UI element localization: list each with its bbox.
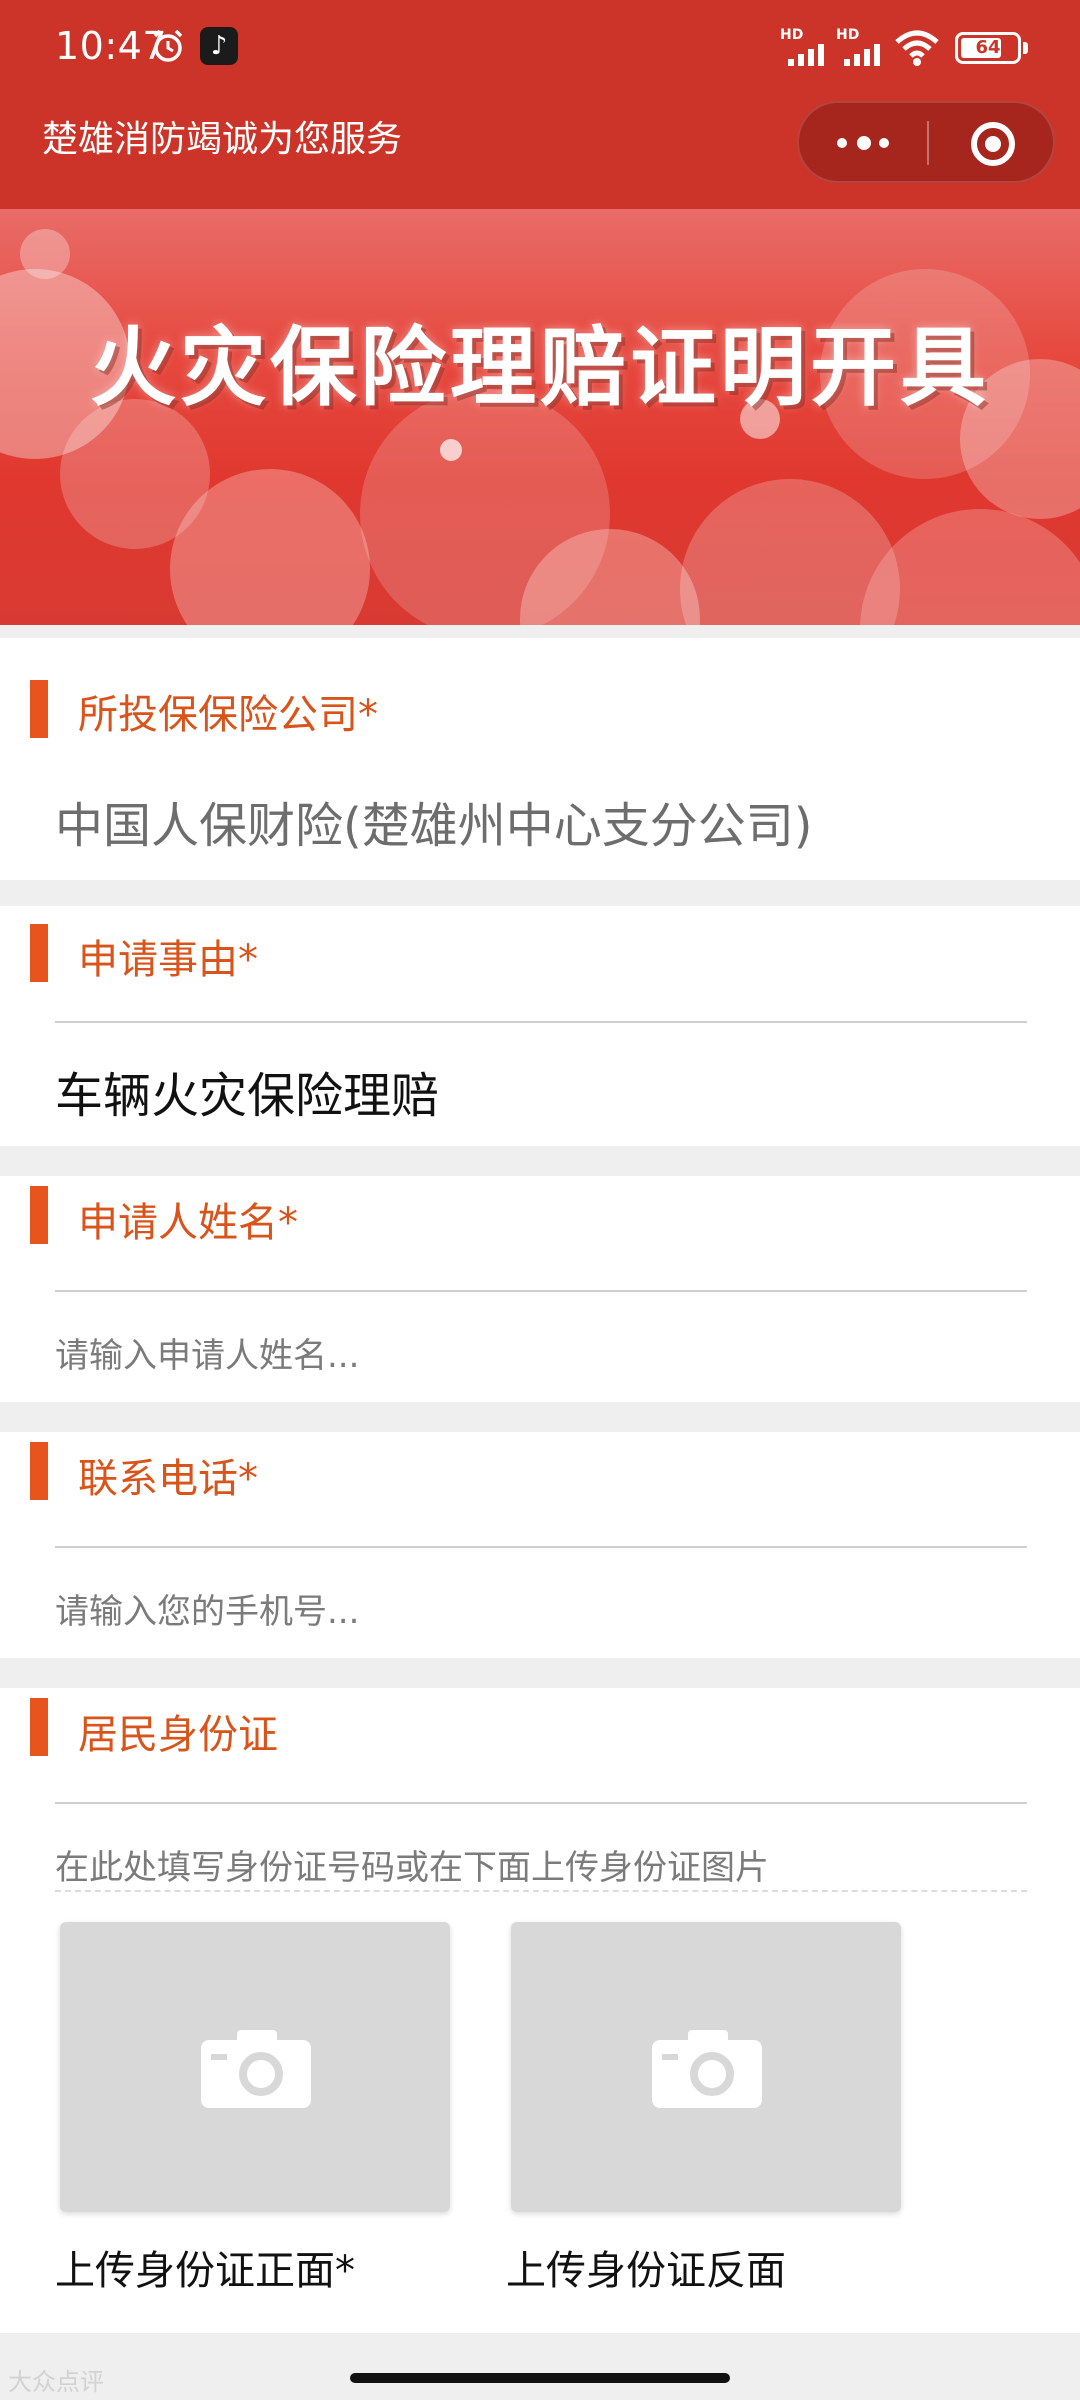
id-card-section: 居民身份证 在此处填写身份证号码或在下面上传身份证图片 上传身份证正面* 上传身…: [0, 1688, 1080, 2333]
reason-value[interactable]: 车辆火灾保险理赔: [55, 1056, 439, 1126]
upload-id-front-label: 上传身份证正面*: [55, 2248, 355, 2294]
mini-program-capsule: [797, 101, 1055, 183]
insurance-company-value[interactable]: 中国人保财险(楚雄州中心支分公司): [55, 786, 812, 856]
divider: [55, 1802, 1027, 1804]
watermark: 大众点评: [8, 2368, 104, 2396]
alarm-icon: [153, 29, 183, 62]
network-label: HD: [836, 27, 860, 43]
id-card-number-input[interactable]: 在此处填写身份证号码或在下面上传身份证图片: [55, 1840, 769, 1889]
applicant-name-input[interactable]: 请输入申请人姓名...: [55, 1328, 359, 1377]
battery-tip: [1023, 42, 1028, 54]
phone-input[interactable]: 请输入您的手机号...: [55, 1584, 359, 1633]
divider: [55, 1290, 1027, 1292]
banner-title: 火灾保险理赔证明开具: [90, 318, 990, 418]
nav-title: 楚雄消防竭诚为您服务: [42, 119, 403, 160]
upload-id-back-button[interactable]: [511, 1922, 901, 2212]
banner: 火灾保险理赔证明开具: [0, 209, 1080, 625]
insurance-company-label: 所投保保险公司*: [78, 692, 378, 738]
signal-icon: HD: [836, 27, 888, 66]
phone-section: 联系电话* 请输入您的手机号...: [0, 1432, 1080, 1658]
more-icon[interactable]: [835, 125, 895, 161]
camera-icon: [652, 2030, 762, 2108]
insurance-company-section: 所投保保险公司* 中国人保财险(楚雄州中心支分公司): [0, 638, 1080, 880]
signal-icon: HD: [780, 27, 832, 66]
section-marker: [30, 1698, 48, 1756]
battery-level: 64: [975, 37, 1001, 58]
phone-label: 联系电话*: [78, 1456, 258, 1502]
battery-icon: 64: [955, 32, 1021, 64]
capsule-divider: [927, 121, 929, 165]
top-bar: 10:47 ♪ HD HD 64 楚雄消防竭诚为您服务: [0, 0, 1080, 209]
divider: [55, 1021, 1027, 1023]
divider: [55, 1546, 1027, 1548]
network-label: HD: [780, 27, 804, 43]
section-marker: [30, 1442, 48, 1500]
section-marker: [30, 924, 48, 982]
reason-label: 申请事由*: [78, 937, 258, 983]
applicant-name-section: 申请人姓名* 请输入申请人姓名...: [0, 1176, 1080, 1402]
close-icon[interactable]: [971, 122, 1015, 166]
applicant-name-label: 申请人姓名*: [78, 1200, 298, 1246]
upload-id-front-button[interactable]: [60, 1922, 450, 2212]
dashed-divider: [55, 1890, 1027, 1892]
camera-icon: [201, 2030, 311, 2108]
upload-id-back-label: 上传身份证反面: [506, 2248, 786, 2294]
section-marker: [30, 680, 48, 738]
section-marker: [30, 1186, 48, 1244]
id-card-label: 居民身份证: [78, 1712, 278, 1758]
home-indicator: [350, 2373, 730, 2383]
wifi-icon: [895, 30, 939, 66]
reason-section: 申请事由* 车辆火灾保险理赔: [0, 906, 1080, 1146]
tiktok-icon: ♪: [200, 27, 238, 65]
